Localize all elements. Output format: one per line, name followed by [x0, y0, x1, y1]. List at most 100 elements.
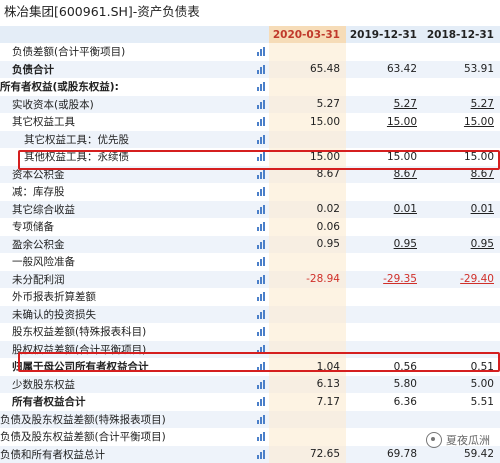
value-cell[interactable]: -29.35 — [346, 271, 423, 289]
value-text: 59.42 — [464, 448, 494, 460]
value-cell — [423, 306, 500, 324]
bar-chart-icon[interactable] — [255, 358, 269, 376]
value-cell[interactable]: -29.40 — [423, 271, 500, 289]
bar-chart-icon[interactable] — [255, 341, 269, 359]
bar-chart-icon[interactable] — [255, 271, 269, 289]
bar-chart-icon[interactable] — [255, 393, 269, 411]
value-cell[interactable]: 5.27 — [423, 96, 500, 114]
value-cell: 1.04 — [269, 358, 346, 376]
row-label: 其他权益工具：永续债 — [0, 148, 255, 166]
value-cell[interactable]: 0.01 — [423, 201, 500, 219]
bar-chart-icon[interactable] — [255, 376, 269, 394]
table-row: 盈余公积金0.950.950.95 — [0, 236, 500, 254]
value-cell: 0.06 — [269, 218, 346, 236]
row-label: 负债和所有者权益总计 — [0, 446, 255, 463]
bar-chart-icon[interactable] — [255, 253, 269, 271]
value-cell: 5.27 — [269, 96, 346, 114]
bar-chart-icon[interactable] — [255, 306, 269, 324]
row-label: 其它综合收益 — [0, 201, 255, 219]
bar-chart-icon[interactable] — [255, 166, 269, 184]
row-label: 未确认的投资损失 — [0, 306, 255, 324]
value-text: 0.01 — [394, 203, 417, 215]
value-cell — [423, 183, 500, 201]
value-text: 15.00 — [464, 151, 494, 163]
row-label: 专项储备 — [0, 218, 255, 236]
table-row: 所有者权益(或股东权益): — [0, 78, 500, 96]
value-text: 5.27 — [317, 98, 340, 110]
value-text: 15.00 — [387, 116, 417, 128]
bar-chart-icon[interactable] — [255, 288, 269, 306]
value-cell — [269, 253, 346, 271]
value-text: -29.35 — [383, 273, 417, 285]
bar-chart-icon[interactable] — [255, 78, 269, 96]
value-cell: 0.02 — [269, 201, 346, 219]
value-cell[interactable]: 0.95 — [346, 236, 423, 254]
bar-chart-icon[interactable] — [255, 446, 269, 463]
bar-chart-icon[interactable] — [255, 323, 269, 341]
value-cell: 8.67 — [269, 166, 346, 184]
value-cell — [269, 323, 346, 341]
value-text: -29.40 — [460, 273, 494, 285]
value-cell — [423, 253, 500, 271]
value-text: 7.17 — [317, 396, 340, 408]
value-cell: 0.56 — [346, 358, 423, 376]
row-label: 股东权益差额(特殊报表科目) — [0, 323, 255, 341]
bar-chart-icon[interactable] — [255, 236, 269, 254]
value-cell — [269, 411, 346, 429]
bar-chart-icon[interactable] — [255, 148, 269, 166]
row-label: 其它权益工具 — [0, 113, 255, 131]
bar-chart-icon[interactable] — [255, 201, 269, 219]
value-cell: 7.17 — [269, 393, 346, 411]
row-label: 实收资本(或股本) — [0, 96, 255, 114]
value-cell — [269, 43, 346, 61]
value-text: 63.42 — [387, 63, 417, 75]
row-label: 所有者权益(或股东权益): — [0, 78, 255, 96]
value-text: 0.95 — [394, 238, 417, 250]
value-cell: 69.78 — [346, 446, 423, 463]
table-row: 归属于母公司所有者权益合计1.040.560.51 — [0, 358, 500, 376]
value-text: 0.02 — [317, 203, 340, 215]
table-row: 一般风险准备 — [0, 253, 500, 271]
value-cell[interactable]: 8.67 — [346, 166, 423, 184]
value-cell[interactable]: 8.67 — [423, 166, 500, 184]
bar-chart-icon[interactable] — [255, 183, 269, 201]
table-row: 外币报表折算差额 — [0, 288, 500, 306]
value-cell[interactable]: 5.27 — [346, 96, 423, 114]
value-text: 1.04 — [317, 361, 340, 373]
column-header-2018-12-31[interactable]: 2018-12-31 — [423, 26, 500, 43]
value-cell — [269, 306, 346, 324]
table-row: 负债及股东权益差额(合计平衡项目) — [0, 428, 500, 446]
watermark: 夏夜瓜洲 — [426, 432, 490, 448]
bar-chart-icon[interactable] — [255, 43, 269, 61]
bar-chart-icon[interactable] — [255, 218, 269, 236]
value-text: 5.27 — [471, 98, 494, 110]
value-cell — [423, 78, 500, 96]
value-cell[interactable]: 15.00 — [423, 113, 500, 131]
bar-chart-icon[interactable] — [255, 131, 269, 149]
bar-chart-icon[interactable] — [255, 113, 269, 131]
column-header-2019-12-31[interactable]: 2019-12-31 — [346, 26, 423, 43]
value-text: 0.56 — [394, 361, 417, 373]
bar-chart-icon[interactable] — [255, 61, 269, 79]
row-label: 负债合计 — [0, 61, 255, 79]
value-cell[interactable]: 0.01 — [346, 201, 423, 219]
value-text: 0.95 — [471, 238, 494, 250]
value-cell — [423, 218, 500, 236]
value-cell: 53.91 — [423, 61, 500, 79]
value-cell[interactable]: 15.00 — [346, 113, 423, 131]
value-cell: 5.80 — [346, 376, 423, 394]
row-label: 负债及股东权益差额(特殊报表项目) — [0, 411, 255, 429]
bar-chart-icon[interactable] — [255, 428, 269, 446]
value-text: 15.00 — [310, 151, 340, 163]
value-cell — [346, 428, 423, 446]
bar-chart-icon[interactable] — [255, 96, 269, 114]
value-cell — [423, 131, 500, 149]
value-cell — [423, 323, 500, 341]
table-row: 其它权益工具15.0015.0015.00 — [0, 113, 500, 131]
column-header-2020-03-31[interactable]: 2020-03-31 — [269, 26, 346, 43]
value-cell[interactable]: 0.95 — [423, 236, 500, 254]
value-text: 5.80 — [394, 378, 417, 390]
value-text: 0.51 — [471, 361, 494, 373]
value-text: 69.78 — [387, 448, 417, 460]
bar-chart-icon[interactable] — [255, 411, 269, 429]
